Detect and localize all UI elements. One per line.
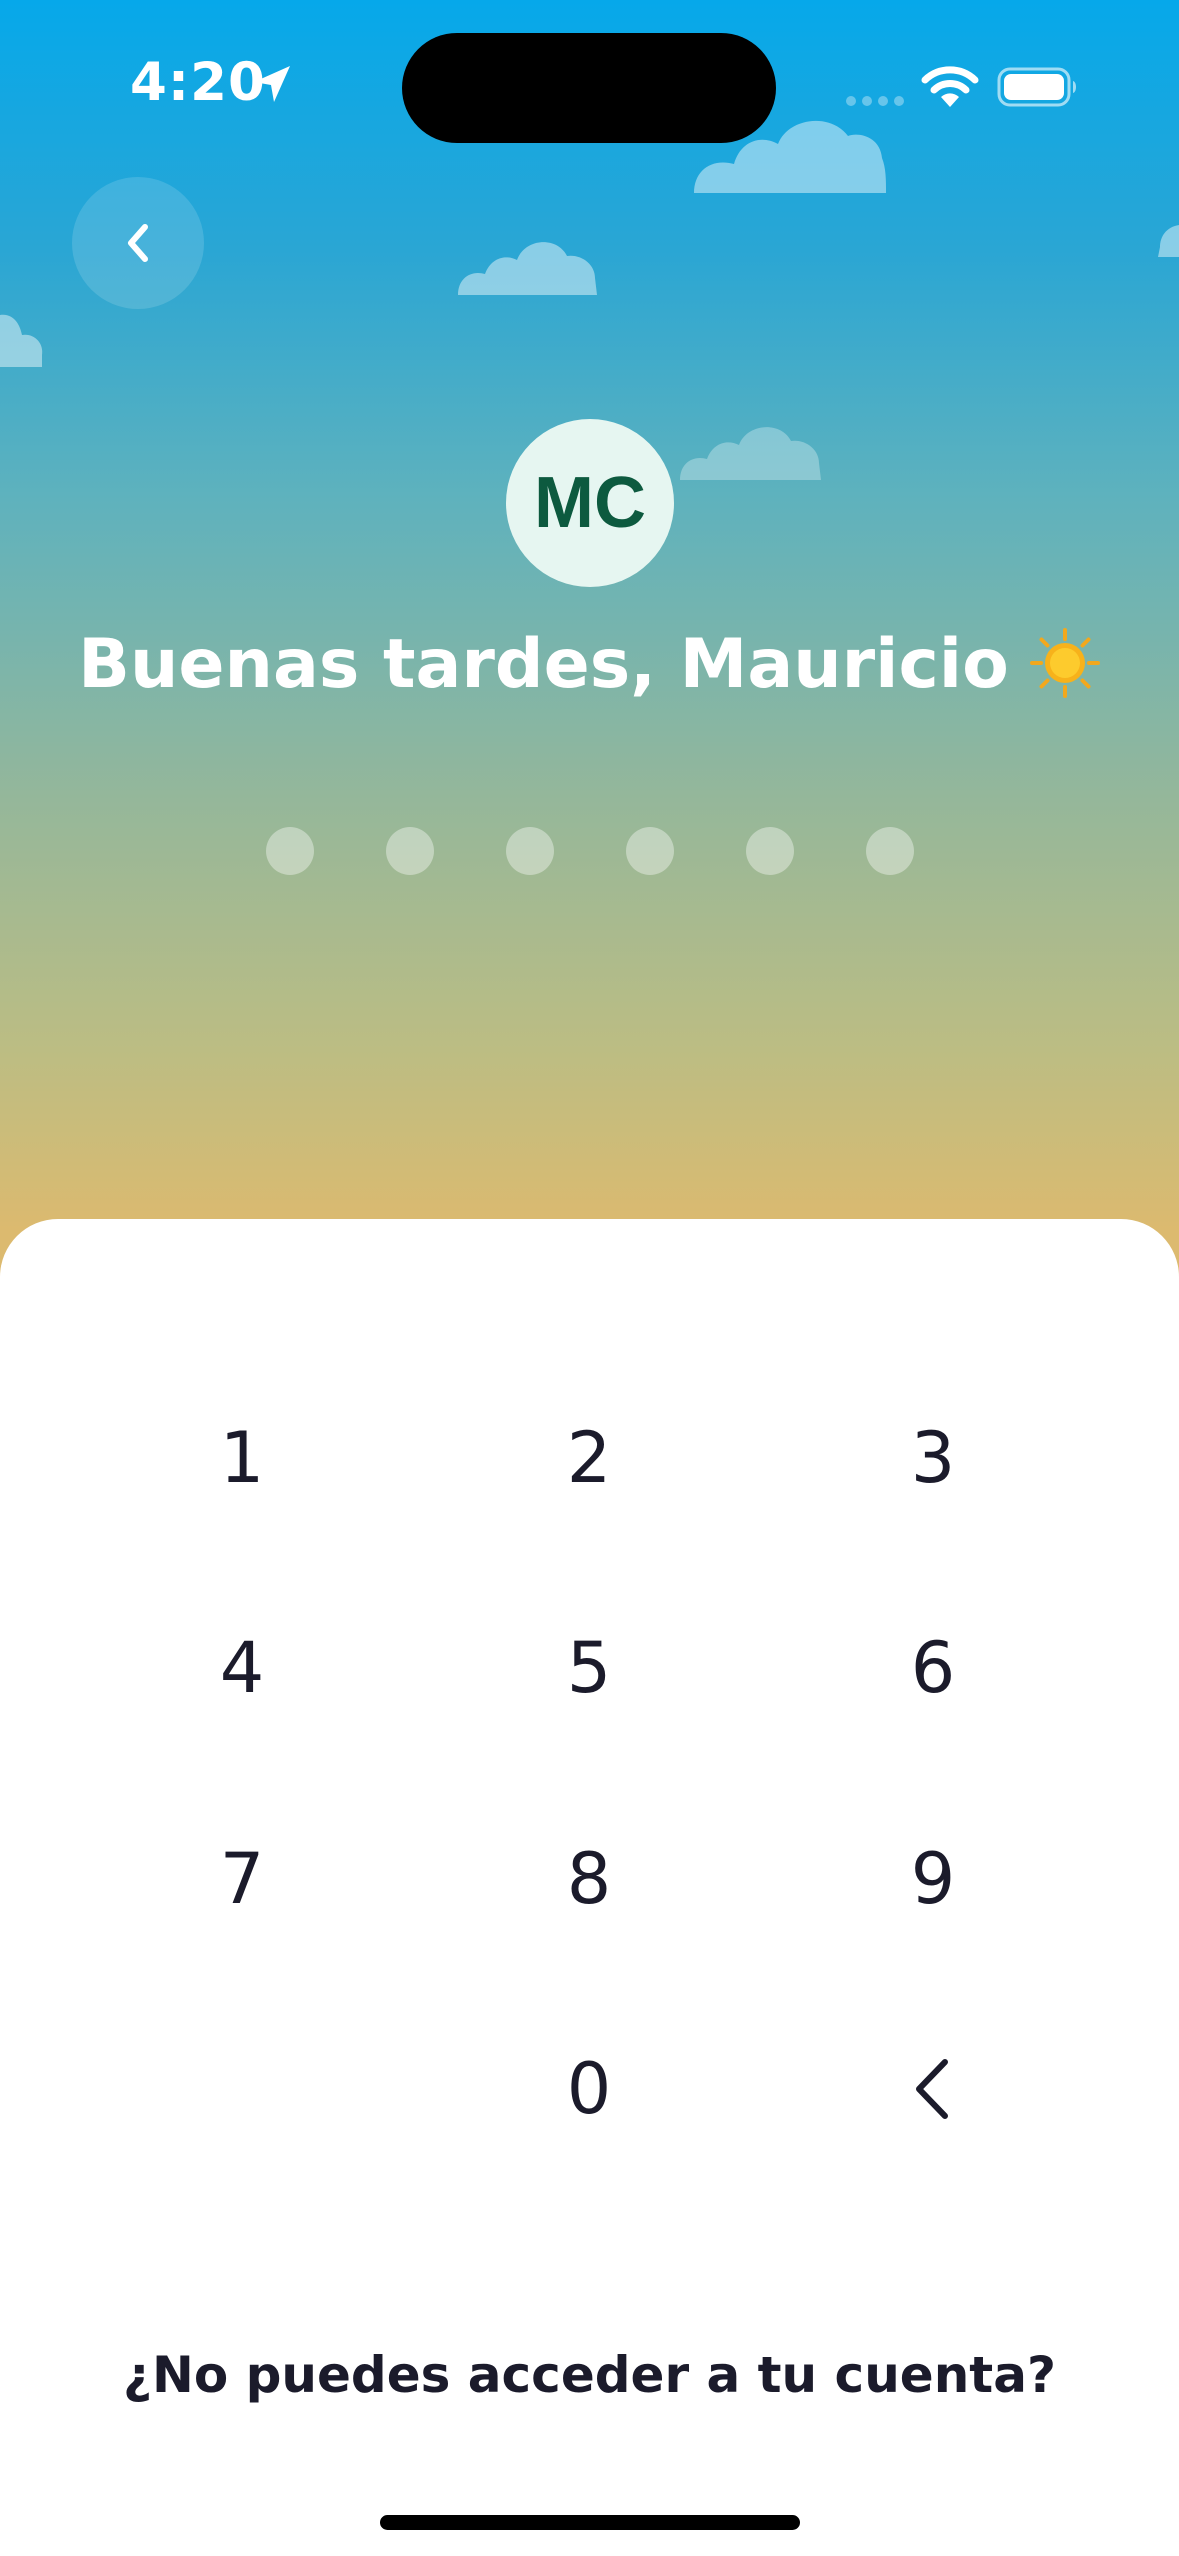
chevron-left-icon [916, 2059, 948, 2119]
key-6[interactable]: 6 [783, 1578, 1083, 1758]
cloud-decoration [680, 427, 821, 480]
chevron-left-icon [128, 224, 148, 262]
pin-dot [266, 827, 314, 875]
key-3[interactable]: 3 [783, 1368, 1083, 1548]
key-8[interactable]: 8 [439, 1789, 739, 1969]
greeting-title: Buenas tardes, Mauricio [0, 625, 1179, 704]
key-0[interactable]: 0 [439, 1999, 739, 2179]
cellular-signal-icon [846, 96, 904, 106]
key-9[interactable]: 9 [783, 1789, 1083, 1969]
cloud-decoration [1158, 225, 1179, 257]
status-bar: 4:20 [0, 0, 1179, 175]
location-arrow-icon [254, 66, 290, 102]
avatar: MC [506, 419, 674, 587]
cloud-decoration [0, 314, 43, 367]
key-1[interactable]: 1 [92, 1368, 392, 1548]
cant-access-account-link[interactable]: ¿No puedes acceder a tu cuenta? [0, 2346, 1179, 2404]
greeting-text: Buenas tardes, Mauricio [78, 625, 1009, 704]
pin-dot [506, 827, 554, 875]
backspace-key[interactable] [783, 1999, 1083, 2179]
cloud-decoration [458, 242, 597, 295]
home-indicator [380, 2515, 800, 2530]
back-button[interactable] [72, 177, 204, 309]
key-4[interactable]: 4 [92, 1578, 392, 1758]
pin-dot [866, 827, 914, 875]
key-7[interactable]: 7 [92, 1789, 392, 1969]
pin-dot [386, 827, 434, 875]
pin-login-screen: 4:20 MC Buenas tardes, Mauricio 1 2 3 4 … [0, 0, 1179, 2556]
key-2[interactable]: 2 [439, 1368, 739, 1548]
status-time: 4:20 [130, 52, 266, 113]
wifi-icon [921, 66, 979, 107]
pin-dot [626, 827, 674, 875]
pin-dots [266, 827, 916, 875]
key-5[interactable]: 5 [439, 1578, 739, 1758]
battery-icon [997, 67, 1076, 107]
pin-dot [746, 827, 794, 875]
dynamic-island [402, 33, 776, 143]
sun-icon [1029, 628, 1100, 699]
